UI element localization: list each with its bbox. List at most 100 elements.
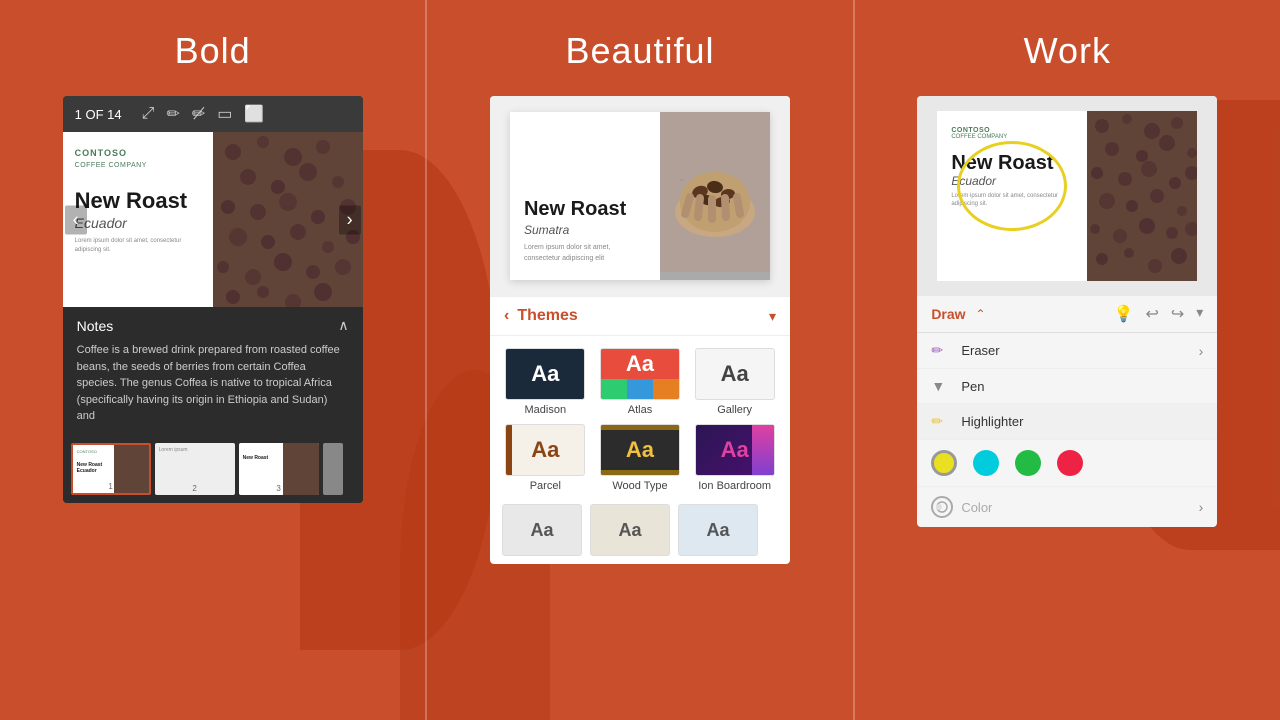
color-label-text: Color: [961, 500, 1198, 515]
bold-column: Bold 1 OF 14 ⤢ ✏ ✏̸ ▭ ⬜ CONTOSO COFFEE C…: [0, 0, 425, 720]
work-slide-image: [1087, 111, 1197, 281]
color-label-row[interactable]: Color ›: [917, 487, 1217, 527]
theme-woodtype[interactable]: Aa Wood Type: [597, 424, 684, 492]
theme-extra-3-label: Aa: [706, 520, 729, 541]
notes-title: Notes: [77, 318, 114, 334]
themes-more: Aa Aa Aa: [490, 504, 790, 564]
work-slide-title: New Roast: [951, 152, 1073, 174]
theme-atlas[interactable]: Aa Atlas: [597, 348, 684, 416]
theme-extra-1[interactable]: Aa: [502, 504, 582, 556]
beautiful-slide-card: New Roast Sumatra Lorem ipsum dolor sit …: [510, 112, 770, 280]
thumbnail-1[interactable]: CONTOSO New RoastEcuador 1: [71, 443, 151, 495]
draw-chevron[interactable]: ⌃: [976, 307, 986, 321]
color-red[interactable]: [1057, 450, 1083, 476]
work-logo-sub: COFFEE COMPANY: [951, 134, 1073, 140]
redo-icon[interactable]: ↪: [1171, 304, 1184, 324]
bold-title: Bold: [175, 30, 251, 72]
beautiful-slide-image: ~: [660, 112, 770, 280]
page-count: 1 OF 14: [75, 107, 122, 122]
bold-panel: 1 OF 14 ⤢ ✏ ✏̸ ▭ ⬜ CONTOSO COFFEE COMPAN…: [63, 96, 363, 503]
pen-row[interactable]: ▼ Pen: [917, 369, 1217, 404]
draw-dropdown-icon[interactable]: ▾: [1196, 304, 1203, 324]
theme-gallery-label: Aa: [721, 361, 749, 387]
themes-dropdown-icon[interactable]: ▾: [769, 308, 776, 325]
present2-icon[interactable]: ⬜: [244, 104, 264, 124]
beautiful-slide-subtitle: Sumatra: [524, 223, 646, 237]
notes-section: Notes ∧ Coffee is a brewed drink prepare…: [63, 307, 363, 435]
theme-atlas-label: Aa: [626, 351, 654, 377]
thumb-img-3: [283, 443, 319, 495]
expand-icon[interactable]: ⤢: [142, 105, 155, 123]
pen-tool-icon: ▼: [931, 378, 953, 394]
theme-parcel-name: Parcel: [530, 480, 561, 492]
thumbnail-2[interactable]: Lorem ipsum 2: [155, 443, 235, 495]
work-slide-left: CONTOSO COFFEE COMPANY New Roast Ecuador…: [937, 111, 1087, 281]
slide-main: CONTOSO COFFEE COMPANY New Roast Ecuador…: [63, 132, 363, 307]
slide-title: New Roast: [75, 189, 201, 213]
present-icon[interactable]: ▭: [217, 104, 232, 124]
work-logo: CONTOSO: [951, 127, 1073, 134]
color-green[interactable]: [1015, 450, 1041, 476]
theme-woodtype-name: Wood Type: [612, 480, 667, 492]
theme-gallery-thumbnail: Aa: [695, 348, 775, 400]
slide-body: Lorem ipsum dolor sit amet, consectetur …: [75, 237, 201, 254]
eraser-row[interactable]: ✏ Eraser ›: [917, 333, 1217, 369]
theme-gallery-name: Gallery: [717, 404, 752, 416]
thumb-title-3: New Roast: [243, 455, 279, 461]
color-row: [917, 440, 1217, 487]
theme-extra-3[interactable]: Aa: [678, 504, 758, 556]
bold-toolbar: 1 OF 14 ⤢ ✏ ✏̸ ▭ ⬜: [63, 96, 363, 132]
hint-icon[interactable]: 💡: [1114, 304, 1134, 324]
work-slide-body: Lorem ipsum dolor sit amet, consectetur …: [951, 192, 1073, 209]
theme-atlas-name: Atlas: [628, 404, 652, 416]
beautiful-slide-body: Lorem ipsum dolor sit amet, consectetur …: [524, 243, 646, 264]
thumbnail-3[interactable]: New Roast 3: [239, 443, 319, 495]
undo-icon[interactable]: ↩: [1145, 304, 1158, 324]
work-slide-subtitle: Ecuador: [951, 174, 1073, 188]
eraser-icon: ✏: [931, 342, 953, 359]
themes-back-button[interactable]: ‹: [504, 307, 509, 325]
work-panel: CONTOSO COFFEE COMPANY New Roast Ecuador…: [917, 96, 1217, 527]
color-label-arrow: ›: [1199, 499, 1204, 515]
notes-collapse-icon[interactable]: ∧: [338, 317, 348, 334]
themes-grid: Aa Madison Aa: [490, 336, 790, 504]
color-circle-icon: [931, 496, 953, 518]
highlighter-row[interactable]: ✏ Highlighter: [917, 404, 1217, 440]
thumb-img: [114, 445, 148, 493]
draw-label: Draw: [931, 306, 965, 322]
theme-parcel-label: Aa: [531, 437, 559, 463]
theme-atlas-thumbnail: Aa: [600, 348, 680, 400]
nav-prev[interactable]: ‹: [65, 205, 87, 234]
theme-gallery[interactable]: Aa Gallery: [691, 348, 778, 416]
work-column: Work CONTOSO COFFEE COMPANY New Roast Ec…: [855, 0, 1280, 720]
pen-icon[interactable]: ✏: [166, 104, 179, 124]
theme-madison[interactable]: Aa Madison: [502, 348, 589, 416]
notes-content: Coffee is a brewed drink prepared from r…: [77, 342, 349, 425]
theme-ion[interactable]: Aa Ion Boardroom: [691, 424, 778, 492]
theme-extra-2[interactable]: Aa: [590, 504, 670, 556]
themes-bar: ‹ Themes ▾: [490, 296, 790, 336]
theme-woodtype-label: Aa: [626, 437, 654, 463]
eraser-name: Eraser: [961, 343, 1198, 358]
beautiful-column: Beautiful New Roast Sumatra Lorem ipsum …: [427, 0, 852, 720]
theme-woodtype-thumbnail: Aa: [600, 424, 680, 476]
theme-ion-thumbnail: Aa: [695, 424, 775, 476]
marker-icon[interactable]: ✏̸: [192, 104, 205, 124]
color-yellow[interactable]: [931, 450, 957, 476]
eraser-arrow: ›: [1199, 343, 1204, 359]
thumbnail-4[interactable]: [323, 443, 343, 495]
theme-parcel[interactable]: Aa Parcel: [502, 424, 589, 492]
theme-ion-label: Aa: [721, 437, 749, 463]
theme-madison-thumbnail: Aa: [505, 348, 585, 400]
thumb-title: New RoastEcuador: [77, 462, 111, 474]
pen-name: Pen: [961, 379, 1203, 394]
theme-parcel-thumbnail: Aa: [505, 424, 585, 476]
beautiful-panel: New Roast Sumatra Lorem ipsum dolor sit …: [490, 96, 790, 564]
color-cyan[interactable]: [973, 450, 999, 476]
thumb-num-1: 1: [108, 482, 112, 491]
work-title: Work: [1024, 30, 1111, 72]
theme-madison-name: Madison: [525, 404, 567, 416]
nav-next[interactable]: ›: [339, 205, 361, 234]
theme-ion-name: Ion Boardroom: [698, 480, 771, 492]
thumb-num-3: 3: [276, 484, 280, 493]
